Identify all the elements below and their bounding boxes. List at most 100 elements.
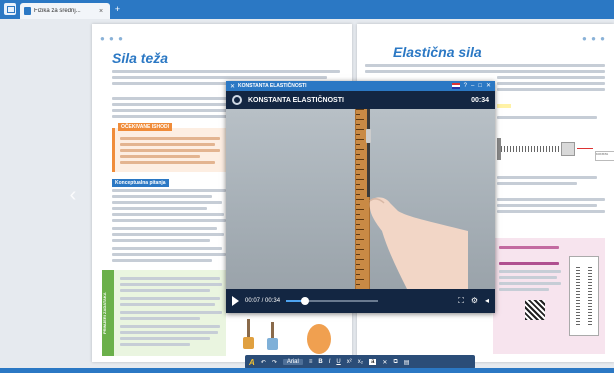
text-line: [120, 337, 210, 340]
ruler-tick: [356, 269, 364, 270]
paste-icon[interactable]: ▤: [404, 359, 410, 366]
help-icon[interactable]: ?: [464, 82, 467, 90]
text-line: [497, 82, 605, 85]
ruler-tick: [356, 159, 364, 160]
ruler-tick: [356, 279, 364, 280]
text-line: [120, 161, 215, 164]
ruler-tick: [356, 114, 360, 115]
text-line: [497, 198, 605, 201]
subscript-icon[interactable]: x₂: [358, 359, 363, 365]
ruler-tick: [356, 264, 360, 265]
home-icon[interactable]: [4, 3, 16, 15]
right-page-title: Elastična sila: [393, 44, 482, 60]
spring-scale-illustration-icon: [569, 256, 599, 336]
redo-icon[interactable]: ↷: [272, 359, 277, 366]
concept-questions-header: Konceptualna pitanja: [112, 179, 169, 187]
text-line: [499, 276, 557, 279]
text-line: [120, 303, 215, 306]
ruler-tick: [356, 179, 364, 180]
text-line: [112, 76, 327, 79]
ruler-tick: [356, 174, 360, 175]
text-line: [365, 64, 605, 67]
text-line: [120, 325, 220, 328]
text-line: [112, 233, 224, 236]
video-player[interactable]: ✕ KONSTANTA ELASTIČNOSTI ? – □ ✕ KONSTAN…: [226, 81, 495, 313]
ruler-tick: [356, 284, 360, 285]
font-select[interactable]: Arial: [282, 359, 303, 365]
tab-close-icon[interactable]: ×: [99, 8, 103, 15]
text-line: [497, 176, 597, 179]
ruler-tick: [356, 189, 364, 190]
tab-book[interactable]: Fizika za srednj... ×: [20, 3, 110, 19]
text-line: [120, 143, 215, 146]
text-line: [112, 239, 210, 242]
new-tab-icon[interactable]: +: [113, 5, 122, 14]
play-icon[interactable]: [232, 296, 239, 306]
text-line: [112, 109, 237, 112]
page-dots-icon: ● ● ●: [100, 34, 124, 43]
app-logo-icon: ✕: [230, 83, 236, 90]
text-size-icon[interactable]: ≡: [309, 359, 313, 365]
fullscreen-icon[interactable]: ⛶: [458, 296, 464, 306]
text-line: [497, 210, 605, 213]
qr-code-icon[interactable]: [525, 300, 545, 320]
text-line: [499, 288, 549, 291]
text-line: [497, 76, 605, 79]
text-line: [112, 97, 242, 100]
ruler-tick: [356, 149, 364, 150]
minimize-icon[interactable]: –: [471, 82, 474, 90]
text-line: [112, 219, 226, 222]
ruler-tick: [356, 129, 364, 130]
ruler-tick: [356, 184, 360, 185]
video-frame[interactable]: [226, 109, 495, 289]
font-color-icon[interactable]: A: [249, 358, 255, 367]
text-line: [112, 259, 212, 262]
settings-icon[interactable]: ⚙: [471, 296, 478, 306]
text-line: [112, 115, 242, 118]
clear-format-icon[interactable]: ✕: [382, 359, 387, 366]
highlight-marker: [497, 104, 511, 108]
volume-icon[interactable]: ◂: [485, 296, 489, 306]
text-line: [112, 70, 340, 73]
text-line: [120, 277, 220, 280]
fruit-bag-illustration-icon: [307, 324, 331, 354]
gear-icon[interactable]: [232, 95, 242, 105]
text-line: [120, 283, 222, 286]
examples-side-label: PRIMJERI ZADATAKA: [102, 270, 114, 356]
ruler-tick: [356, 214, 360, 215]
superscript-icon[interactable]: x²: [347, 359, 352, 365]
highlight-icon[interactable]: a: [369, 359, 377, 365]
tooltip-label: KONSTA: [595, 151, 614, 161]
bold-button[interactable]: B: [318, 359, 322, 365]
book-progress-bar: [0, 368, 614, 373]
left-page-title: Sila teža: [112, 50, 169, 66]
text-line: [112, 195, 212, 198]
italic-button[interactable]: I: [329, 359, 331, 365]
maximize-icon[interactable]: □: [478, 82, 482, 90]
seek-bar[interactable]: [286, 297, 379, 305]
ruler-tick: [356, 169, 364, 170]
ruler-tick: [356, 204, 360, 205]
video-duration: 00:34: [471, 96, 489, 104]
copy-icon[interactable]: ⧉: [393, 359, 397, 366]
outcomes-header: OČEKIVANE ISHODI: [118, 123, 172, 131]
ruler-tick: [356, 139, 364, 140]
ruler-tick: [356, 119, 364, 120]
ruler-tick: [356, 249, 364, 250]
current-time: 00:07 / 00:34: [245, 298, 281, 304]
underline-button[interactable]: U: [336, 359, 340, 365]
player-window-title: KONSTANTA ELASTIČNOSTI: [238, 83, 307, 89]
close-icon[interactable]: ✕: [486, 82, 491, 90]
book-progress-fill: [0, 368, 614, 373]
text-line: [120, 311, 222, 314]
text-line: [112, 247, 222, 250]
text-line: [365, 70, 605, 73]
prev-page-arrow-icon[interactable]: ‹: [66, 180, 80, 210]
text-line: [499, 270, 561, 273]
text-line: [120, 331, 218, 334]
undo-icon[interactable]: ↶: [261, 359, 266, 366]
ruler-tick: [356, 164, 360, 165]
seek-knob[interactable]: [301, 297, 310, 305]
text-line: [499, 246, 559, 249]
text-line: [120, 289, 210, 292]
